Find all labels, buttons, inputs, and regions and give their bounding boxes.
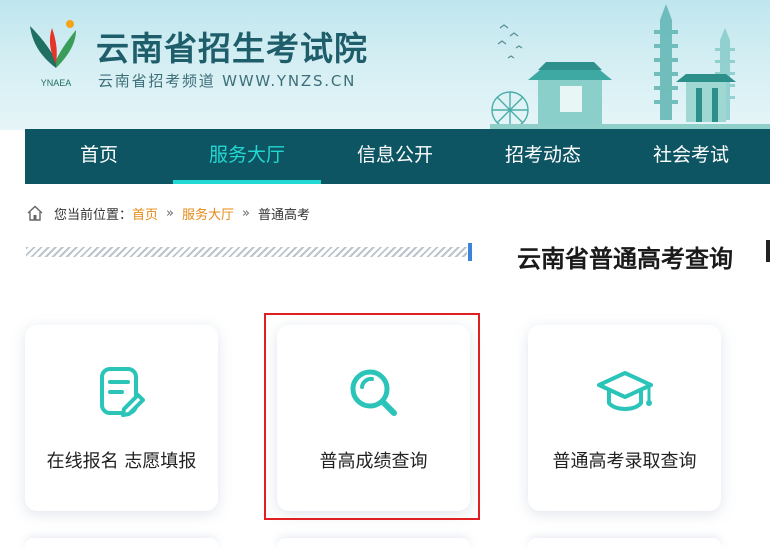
section-title: 云南省普通高考查询 — [517, 245, 733, 273]
breadcrumb-prefix: 您当前位置： — [54, 207, 133, 223]
selection-highlight — [264, 313, 480, 520]
graduation-cap-icon — [596, 371, 653, 411]
site-header: YNAEA 云南省招生考试院 云南省招考频道 WWW.YNZS.CN — [0, 0, 770, 130]
ynaea-logo[interactable]: YNAEA — [26, 16, 86, 90]
main-nav: 首页 服务大厅 信息公开 招考动态 社会考试 — [25, 129, 770, 184]
card-online-registration[interactable]: 在线报名 志愿填报 — [25, 325, 218, 511]
svg-text:YNAEA: YNAEA — [41, 78, 72, 88]
section-divider-accent — [468, 243, 472, 261]
section-divider-edge — [766, 240, 770, 262]
form-edit-icon — [99, 367, 145, 417]
breadcrumb-separator: » — [242, 205, 250, 221]
nav-item-admission-news[interactable]: 招考动态 — [469, 129, 617, 184]
breadcrumb: 您当前位置： 首页 » 服务大厅 » 普通高考 — [26, 203, 310, 223]
site-subtitle: 云南省招考频道 WWW.YNZS.CN — [98, 72, 357, 90]
card-label: 普通高考录取查询 — [552, 451, 697, 472]
card-admission-query[interactable]: 普通高考录取查询 — [528, 325, 721, 511]
breadcrumb-separator: » — [166, 205, 174, 221]
breadcrumb-link-service-hall[interactable]: 服务大厅 — [182, 204, 234, 223]
home-icon — [27, 205, 43, 221]
site-title[interactable]: 云南省招生考试院 — [96, 22, 368, 70]
breadcrumb-current: 普通高考 — [257, 207, 310, 223]
nav-item-service-hall[interactable]: 服务大厅 — [173, 129, 321, 184]
breadcrumb-link-home[interactable]: 首页 — [132, 204, 158, 223]
nav-item-home[interactable]: 首页 — [25, 129, 173, 184]
skyline-illustration — [490, 4, 770, 130]
nav-item-social-exams[interactable]: 社会考试 — [617, 129, 765, 184]
section-divider-stripe — [26, 247, 467, 257]
nav-item-info-disclosure[interactable]: 信息公开 — [321, 129, 469, 184]
card-label: 在线报名 志愿填报 — [46, 451, 197, 472]
